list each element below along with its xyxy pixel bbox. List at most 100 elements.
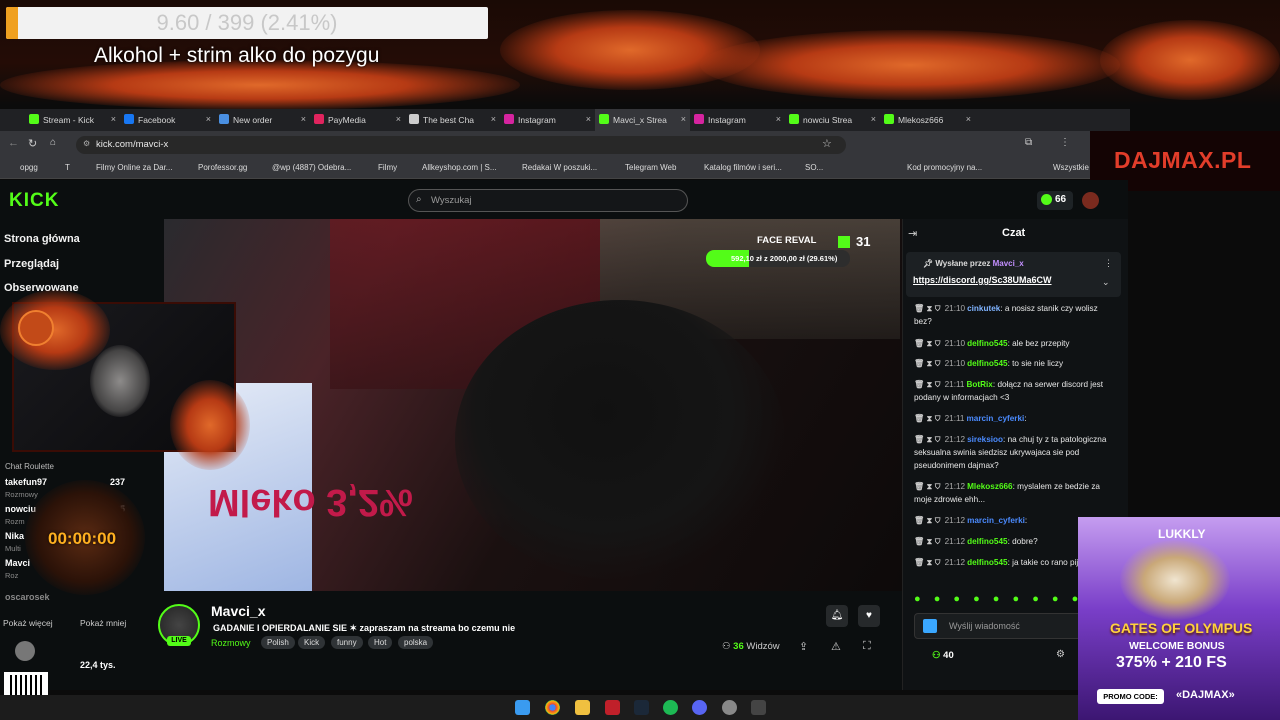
back-icon[interactable]: ← — [8, 137, 19, 149]
chat-message-user[interactable]: marcin_cyferki — [967, 516, 1025, 525]
clip-icon[interactable]: ⛶ — [863, 640, 871, 653]
chat-message-user[interactable]: Mlekosz666 — [967, 482, 1013, 491]
tag[interactable]: Polish — [261, 636, 295, 649]
emoji-picker-icon[interactable] — [923, 619, 937, 633]
chat-message[interactable]: 🗑︎ ⧗ ⛉ 21:11 BotRix: dołącz na serwer disc… — [914, 378, 1109, 404]
moderation-icons[interactable]: 🗑︎ ⧗ ⛉ — [914, 414, 941, 423]
bookmark-item[interactable]: Wszystkie — [1053, 163, 1089, 172]
steam-icon[interactable] — [634, 700, 649, 715]
share-icon[interactable]: ⇪ — [799, 640, 808, 653]
reload-icon[interactable]: ↻ — [28, 137, 37, 150]
roulette-name[interactable]: Nika — [5, 531, 24, 541]
close-tab-icon[interactable]: × — [301, 114, 306, 124]
menu-icon[interactable]: ⋮ — [1060, 137, 1070, 148]
moderation-icons[interactable]: 🗑︎ ⧗ ⛉ — [914, 304, 941, 313]
chat-message-user[interactable]: sireksioo — [967, 435, 1003, 444]
tag[interactable]: polska — [398, 636, 434, 649]
moderation-icons[interactable]: 🗑︎ ⧗ ⛉ — [914, 359, 941, 368]
streamer-name[interactable]: Mavci_x — [211, 603, 265, 619]
browser-tab[interactable]: Instagram × — [690, 109, 785, 131]
browser-tab[interactable]: The best Cha × — [405, 109, 500, 131]
chat-message-user[interactable]: delfino545 — [967, 537, 1008, 546]
close-tab-icon[interactable]: × — [681, 114, 686, 124]
close-tab-icon[interactable]: × — [111, 114, 116, 124]
chat-message[interactable]: 🗑︎ ⧗ ⛉ 21:10 cinkutek: a nosisz stanik czy… — [914, 302, 1109, 328]
url-bar[interactable]: ⚙ kick.com/mavci-x — [76, 136, 846, 154]
bookmark-item[interactable]: Filmy — [378, 163, 397, 172]
chat-message-user[interactable]: cinkutek — [967, 304, 1000, 313]
collapse-chat-icon[interactable]: ⇥ — [908, 227, 917, 240]
browser-tab[interactable]: Stream - Kick × — [25, 109, 120, 131]
spotify-icon[interactable] — [663, 700, 678, 715]
close-tab-icon[interactable]: × — [586, 114, 591, 124]
close-tab-icon[interactable]: × — [396, 114, 401, 124]
tag[interactable]: Hot — [368, 636, 393, 649]
browser-tab[interactable]: Facebook × — [120, 109, 215, 131]
tag[interactable]: funny — [331, 636, 363, 649]
browser-tab[interactable]: Mlekosz666 × — [880, 109, 975, 131]
file-explorer-icon[interactable] — [575, 700, 590, 715]
moderation-icons[interactable]: 🗑︎ ⧗ ⛉ — [914, 558, 941, 567]
moderation-icons[interactable]: 🗑︎ ⧗ ⛉ — [914, 339, 941, 348]
nav-browse[interactable]: Przeglądaj — [4, 258, 59, 270]
follow-heart-icon[interactable]: ♥ — [858, 605, 880, 627]
stream-category[interactable]: Rozmowy — [211, 638, 251, 648]
kick-logo[interactable]: KICK — [9, 190, 59, 212]
notification-bell-icon[interactable]: 🔔︎ — [826, 605, 848, 627]
chrome-icon[interactable] — [545, 700, 560, 715]
more-options-icon[interactable]: ⋮ — [1104, 258, 1113, 269]
chat-input[interactable]: Wyślij wiadomość — [914, 613, 1089, 639]
pinned-link[interactable]: https://discord.gg/Sc38UMa6CW — [913, 275, 1052, 285]
browser-tab[interactable]: New order × — [215, 109, 310, 131]
bookmark-item[interactable]: Allkeyshop.com | S... — [422, 163, 497, 172]
bookmark-item[interactable]: Telegram Web — [625, 163, 676, 172]
chat-message-user[interactable]: delfino545 — [967, 339, 1008, 348]
close-tab-icon[interactable]: × — [871, 114, 876, 124]
roulette-name[interactable]: takefun97 — [5, 477, 47, 487]
bookmark-item[interactable]: SO... — [805, 163, 823, 172]
chat-message-user[interactable]: delfino545 — [967, 558, 1008, 567]
chat-message[interactable]: 🗑︎ ⧗ ⛉ 21:11 marcin_cyferki: — [914, 412, 1109, 425]
bookmark-item[interactable]: T — [65, 163, 70, 172]
moderation-icons[interactable]: 🗑︎ ⧗ ⛉ — [914, 516, 941, 525]
chat-message[interactable]: 🗑︎ ⧗ ⛉ 21:10 delfino545: to sie nie liczy — [914, 357, 1109, 370]
bookmark-item[interactable]: Redakai W poszuki... — [522, 163, 597, 172]
browser-tab[interactable]: Instagram × — [500, 109, 595, 131]
home-icon[interactable]: ⌂ — [50, 137, 56, 148]
bookmark-item[interactable]: Kod promocyjny na... — [907, 163, 982, 172]
discord-icon[interactable] — [692, 700, 707, 715]
roulette-name[interactable]: Mavci — [5, 558, 30, 568]
bookmark-item[interactable]: @wp (4887) Odebra... — [272, 163, 351, 172]
bookmark-item[interactable]: Filmy Online za Dar... — [96, 163, 172, 172]
side-icon[interactable] — [15, 641, 35, 661]
search-input[interactable]: ⌕ Wyszukaj — [408, 189, 688, 212]
pinned-by-user[interactable]: Mavci_x — [993, 259, 1024, 268]
app-icon[interactable] — [722, 700, 737, 715]
moderation-icons[interactable]: 🗑︎ ⧗ ⛉ — [914, 482, 941, 491]
chat-message[interactable]: 🗑︎ ⧗ ⛉ 21:12 sireksioo: na chuj ty z ta pa… — [914, 433, 1109, 472]
chat-message[interactable]: 🗑︎ ⧗ ⛉ 21:10 delfino545: ale bez przepity — [914, 337, 1109, 350]
user-avatar[interactable] — [1082, 192, 1099, 209]
bookmark-item[interactable]: Katalog filmów i seri... — [704, 163, 782, 172]
close-tab-icon[interactable]: × — [491, 114, 496, 124]
bookmark-item[interactable]: Porofessor.gg — [198, 163, 247, 172]
chat-settings-icon[interactable]: ⚙ — [1056, 649, 1065, 660]
show-more-link[interactable]: Pokaż więcej — [3, 618, 53, 628]
chat-message-user[interactable]: delfino545 — [967, 359, 1008, 368]
moderation-icons[interactable]: 🗑︎ ⧗ ⛉ — [914, 435, 941, 444]
bookmark-star-icon[interactable]: ☆ — [822, 137, 832, 150]
app-icon[interactable] — [605, 700, 620, 715]
chevron-down-icon[interactable]: ⌄ — [1102, 277, 1110, 288]
browser-tab[interactable]: Mavci_x Strea × — [595, 109, 690, 131]
chat-message-user[interactable]: marcin_cyferki — [966, 414, 1024, 423]
kick-points[interactable]: 66 — [1037, 191, 1073, 210]
tag[interactable]: Kick — [298, 636, 326, 649]
browser-tab[interactable]: PayMedia × — [310, 109, 405, 131]
nav-home[interactable]: Strona główna — [4, 233, 80, 245]
moderation-icons[interactable]: 🗑︎ ⧗ ⛉ — [914, 537, 941, 546]
site-settings-icon[interactable]: ⚙ — [83, 139, 90, 148]
close-tab-icon[interactable]: × — [776, 114, 781, 124]
extensions-icon[interactable]: ⧉ — [1025, 137, 1032, 148]
browser-tab[interactable]: nowciu Strea × — [785, 109, 880, 131]
chat-message[interactable]: 🗑︎ ⧗ ⛉ 21:12 Mlekosz666: myslalem ze bedzi… — [914, 480, 1109, 506]
